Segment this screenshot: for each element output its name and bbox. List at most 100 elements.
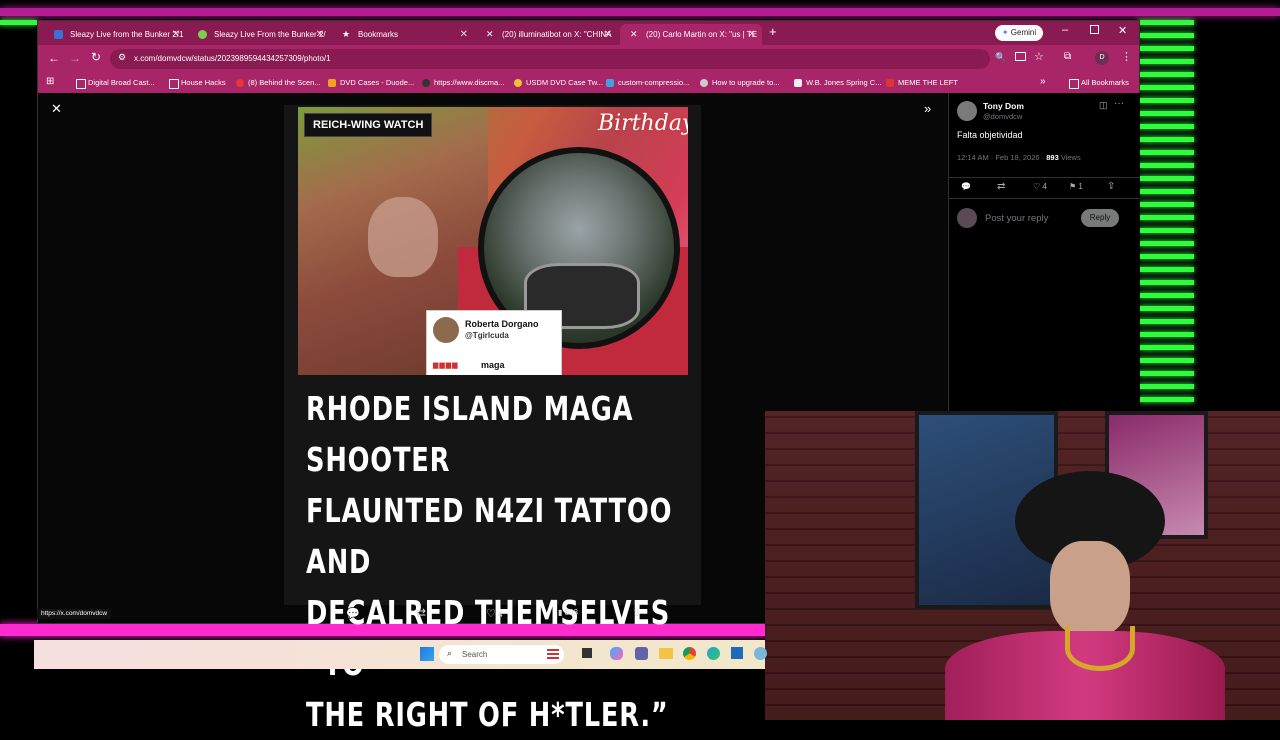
- bookmark-item[interactable]: (8) Behind the Scen...: [236, 73, 321, 93]
- close-icon[interactable]: ✕: [172, 24, 180, 45]
- tweet-views-label: Views: [1060, 153, 1081, 162]
- file-explorer-icon[interactable]: [659, 648, 673, 659]
- share-icon[interactable]: ⇪: [1107, 181, 1115, 192]
- bookmark-star-icon[interactable]: ☆: [1034, 50, 1044, 63]
- reply-input[interactable]: Post your reply: [985, 213, 1048, 224]
- bookmark-item[interactable]: W.B. Jones Spring C...: [794, 73, 881, 93]
- badge-label: REICH-WING WATCH: [304, 113, 433, 137]
- reply-button[interactable]: Reply: [1081, 209, 1119, 227]
- author-handle[interactable]: @domvdcw: [983, 112, 1022, 121]
- gold-chain: [1065, 626, 1135, 671]
- reply-icon[interactable]: 💬: [346, 607, 360, 620]
- minimize-icon[interactable]: –: [1062, 24, 1068, 36]
- expand-panel-icon[interactable]: »: [924, 101, 931, 116]
- grok-icon[interactable]: ◫: [1099, 100, 1108, 111]
- copilot-icon[interactable]: [610, 647, 623, 660]
- taskbar-search[interactable]: ⌕ Search: [439, 645, 564, 664]
- chrome-icon[interactable]: [683, 647, 696, 660]
- birthday-text: Birthday: [598, 111, 688, 136]
- close-icon[interactable]: ✕: [604, 24, 612, 45]
- heart-icon: ♡: [486, 608, 496, 620]
- teams-icon[interactable]: [635, 647, 648, 660]
- bookmark-item[interactable]: https://www.discma...: [422, 73, 504, 93]
- tab-1[interactable]: Sleazy Live From the Bunker 2/ ✕: [188, 24, 330, 45]
- x-logo-icon: ✕: [630, 29, 638, 39]
- gemini-button[interactable]: ✦ Gemini: [995, 25, 1043, 41]
- back-icon[interactable]: ←: [48, 51, 60, 65]
- like-count: 4: [498, 610, 503, 619]
- windows-start-icon[interactable]: [420, 647, 434, 661]
- tab-4[interactable]: ✕ (20) Carlo Martin on X: "us | TE ✕: [620, 24, 762, 45]
- close-icon[interactable]: ✕: [748, 24, 756, 45]
- tab-0[interactable]: Sleazy Live from the Bunker 2/1 ✕: [44, 24, 186, 45]
- task-view-icon[interactable]: [582, 648, 592, 658]
- tab-title: Bookmarks: [358, 30, 399, 39]
- repost-icon[interactable]: ⇄: [416, 606, 426, 620]
- bookmark-item[interactable]: custom-compressio...: [606, 73, 689, 93]
- side-actions: 💬 ⇄ ♡ 4 ⚑ 1 ⇪: [949, 177, 1140, 199]
- bookmark-item[interactable]: DVD Cases - Duode...: [328, 73, 414, 93]
- install-icon[interactable]: [1015, 52, 1026, 61]
- repost-icon[interactable]: ⇄: [997, 181, 1005, 192]
- all-bookmarks[interactable]: All Bookmarks: [1069, 73, 1129, 93]
- bookmark-item[interactable]: How to upgrade to...: [700, 73, 780, 93]
- gemini-icon: ✦: [1001, 28, 1009, 37]
- bookmark-button[interactable]: ⚑ 1: [1069, 182, 1083, 191]
- reply-icon[interactable]: 💬: [961, 182, 971, 191]
- more-bookmarks-icon[interactable]: »: [1040, 76, 1046, 87]
- tweet-time: 12:14 AM · Feb 18, 2026 ·: [957, 153, 1045, 162]
- tab-title: (20) illuminatibot on X: "CHINA: [502, 30, 612, 39]
- maximize-icon[interactable]: [1090, 25, 1099, 34]
- close-icon[interactable]: ✕: [316, 24, 324, 45]
- bookmark-item[interactable]: House Hacks: [169, 73, 226, 93]
- action-bar: 💬 ⇄ ♡ 4 ▮ 893 ⇪: [284, 605, 701, 623]
- tweet-side-panel: Tony Dom @domvdcw ◫ ··· Falta objetivida…: [948, 93, 1140, 411]
- bookmark-item[interactable]: Digital Broad Cast...: [76, 73, 155, 93]
- headline: RHODE ISLAND MAGA SHOOTER FLAUNTED N4ZI …: [306, 383, 686, 740]
- webcam-overlay: [765, 411, 1280, 720]
- tab-favicon-icon: [54, 30, 63, 39]
- tweet-text: Falta objetividad: [957, 130, 1023, 140]
- address-bar[interactable]: ⚙ x.com/domvdcw/status/20239895944342573…: [110, 49, 990, 69]
- forward-icon[interactable]: →: [69, 51, 81, 65]
- reload-icon[interactable]: ↻: [91, 50, 101, 64]
- views-icon: ▮: [558, 608, 563, 617]
- views-button[interactable]: ▮ 893: [558, 608, 578, 617]
- author-avatar[interactable]: [957, 101, 977, 121]
- close-window-icon[interactable]: ✕: [1118, 24, 1127, 37]
- more-icon[interactable]: ···: [1114, 98, 1124, 109]
- close-icon[interactable]: ✕: [460, 24, 468, 45]
- apps-grid-icon[interactable]: ⊞: [46, 76, 54, 87]
- status-bar-url: https://x.com/domvdcw: [37, 609, 112, 619]
- tab-favicon-icon: [198, 30, 207, 39]
- bookmark-item[interactable]: USDM DVD Case Tw...: [514, 73, 603, 93]
- bookmark-count: 1: [1078, 182, 1083, 191]
- tab-2[interactable]: ★ Bookmarks ✕: [332, 24, 474, 45]
- zoom-icon[interactable]: 🔍: [995, 52, 1006, 63]
- store-icon[interactable]: [731, 647, 743, 659]
- tweet-image[interactable]: REICH-WING WATCH Birthday Roberta Dorgan…: [284, 105, 701, 734]
- author-name[interactable]: Tony Dom: [983, 101, 1024, 111]
- tab-title: Sleazy Live From the Bunker 2/: [214, 30, 326, 39]
- app-icon[interactable]: [754, 647, 767, 660]
- tab-title: (20) Carlo Martin on X: "us | TE: [646, 30, 758, 39]
- edge-icon[interactable]: [707, 647, 720, 660]
- extensions-icon[interactable]: ⧉: [1064, 51, 1071, 62]
- tweet-views-count: 893: [1046, 153, 1059, 162]
- new-tab-icon[interactable]: +: [769, 24, 777, 39]
- profile-avatar[interactable]: D: [1095, 51, 1109, 65]
- tab-bar: Sleazy Live from the Bunker 2/1 ✕ Sleazy…: [38, 21, 1139, 45]
- tab-3[interactable]: ✕ (20) illuminatibot on X: "CHINA ✕: [476, 24, 618, 45]
- close-photo-icon[interactable]: ✕: [51, 101, 62, 117]
- share-icon[interactable]: ⇪: [632, 606, 641, 619]
- neon-pink-band-top: [0, 8, 1280, 16]
- skull-tattoo: [368, 197, 438, 277]
- heart-icon: ♡: [1033, 182, 1041, 191]
- photo-area: REICH-WING WATCH Birthday Roberta Dorgan…: [298, 107, 688, 375]
- bookmark-item[interactable]: MEME THE LEFT: [886, 73, 958, 93]
- like-button[interactable]: ♡ 4: [1033, 182, 1047, 191]
- site-info-icon[interactable]: ⚙: [118, 52, 126, 63]
- like-button[interactable]: ♡ 4: [486, 607, 503, 620]
- person-face: [1050, 541, 1130, 636]
- menu-kebab-icon[interactable]: ⋮: [1121, 50, 1132, 63]
